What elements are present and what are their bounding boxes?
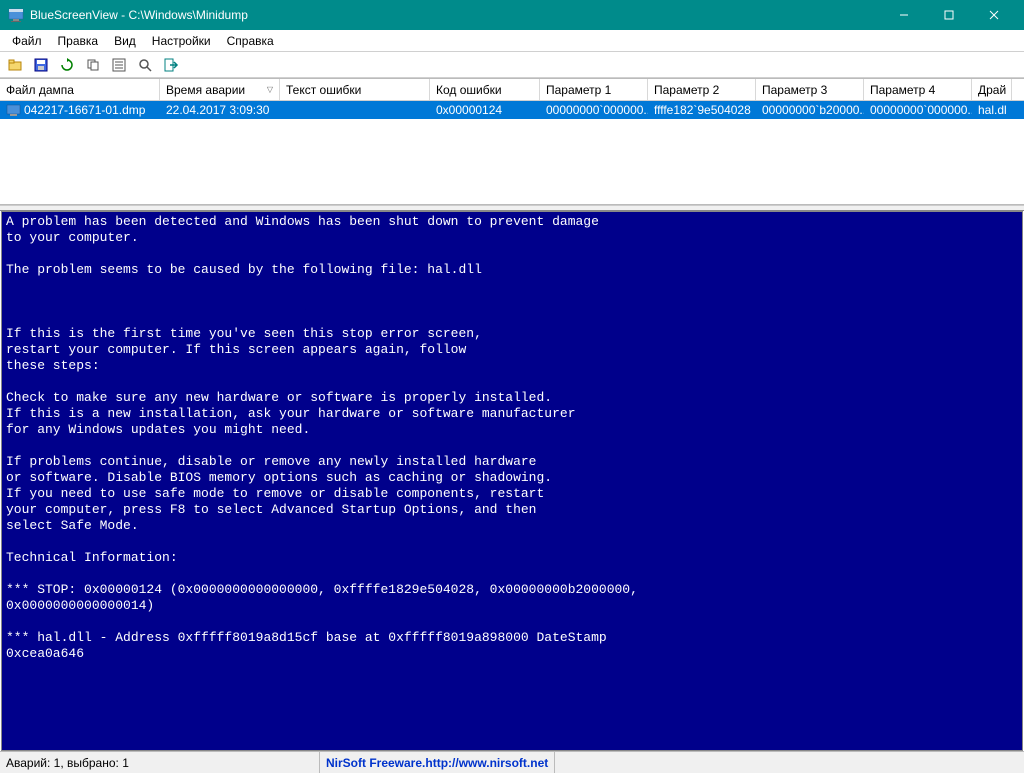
- menu-settings[interactable]: Настройки: [144, 32, 219, 50]
- col-error-code[interactable]: Код ошибки: [430, 79, 540, 100]
- table-header: Файл дампа Время аварии ▽ Текст ошибки Ко…: [0, 79, 1024, 101]
- cell-driver: hal.dl: [972, 102, 1012, 118]
- col-error-text[interactable]: Текст ошибки: [280, 79, 430, 100]
- col-label: Драй: [978, 83, 1006, 97]
- col-label: Код ошибки: [436, 83, 502, 97]
- brand-url[interactable]: http://www.nirsoft.net: [425, 756, 548, 770]
- menu-file[interactable]: Файл: [4, 32, 50, 50]
- cell-error-code: 0x00000124: [430, 102, 540, 118]
- menu-help[interactable]: Справка: [219, 32, 282, 50]
- cell-param4: 00000000`000000...: [864, 102, 972, 118]
- find-icon[interactable]: [134, 54, 156, 76]
- close-button[interactable]: [971, 0, 1016, 30]
- col-param4[interactable]: Параметр 4: [864, 79, 972, 100]
- properties-icon[interactable]: [108, 54, 130, 76]
- cell-param2: ffffe182`9e504028: [648, 102, 756, 118]
- save-icon[interactable]: [30, 54, 52, 76]
- titlebar: BlueScreenView - C:\Windows\Minidump: [0, 0, 1024, 30]
- cell-param3: 00000000`b20000...: [756, 102, 864, 118]
- refresh-icon[interactable]: [56, 54, 78, 76]
- menu-view[interactable]: Вид: [106, 32, 144, 50]
- window-title: BlueScreenView - C:\Windows\Minidump: [30, 8, 881, 22]
- col-param3[interactable]: Параметр 3: [756, 79, 864, 100]
- col-label: Параметр 2: [654, 83, 719, 97]
- status-brand: NirSoft Freeware. http://www.nirsoft.net: [320, 752, 555, 773]
- maximize-button[interactable]: [926, 0, 971, 30]
- col-dump-file[interactable]: Файл дампа: [0, 79, 160, 100]
- table-row[interactable]: 042217-16671-01.dmp 22.04.2017 3:09:30 0…: [0, 101, 1024, 119]
- sort-desc-icon: ▽: [267, 85, 273, 94]
- status-left: Аварий: 1, выбрано: 1: [0, 752, 320, 773]
- bsod-preview-pane[interactable]: A problem has been detected and Windows …: [1, 211, 1023, 751]
- cell-dump-file: 042217-16671-01.dmp: [24, 103, 145, 117]
- col-label: Параметр 4: [870, 83, 935, 97]
- dump-list-pane[interactable]: Файл дампа Время аварии ▽ Текст ошибки Ко…: [0, 79, 1024, 205]
- cell-param1: 00000000`000000...: [540, 102, 648, 118]
- copy-icon[interactable]: [82, 54, 104, 76]
- toolbar: [0, 52, 1024, 78]
- cell-error-text: [280, 109, 430, 111]
- brand-text: NirSoft Freeware.: [326, 756, 425, 770]
- minimize-button[interactable]: [881, 0, 926, 30]
- col-label: Параметр 1: [546, 83, 611, 97]
- dump-file-icon: [6, 103, 22, 117]
- col-param2[interactable]: Параметр 2: [648, 79, 756, 100]
- cell-crash-time: 22.04.2017 3:09:30: [160, 102, 280, 118]
- col-crash-time[interactable]: Время аварии ▽: [160, 79, 280, 100]
- col-param1[interactable]: Параметр 1: [540, 79, 648, 100]
- open-icon[interactable]: [4, 54, 26, 76]
- col-label: Текст ошибки: [286, 83, 361, 97]
- statusbar: Аварий: 1, выбрано: 1 NirSoft Freeware. …: [0, 751, 1024, 773]
- col-label: Время аварии: [166, 83, 245, 97]
- app-icon: [8, 7, 24, 23]
- menu-edit[interactable]: Правка: [50, 32, 107, 50]
- menubar: Файл Правка Вид Настройки Справка: [0, 30, 1024, 52]
- exit-icon[interactable]: [160, 54, 182, 76]
- col-label: Файл дампа: [6, 83, 74, 97]
- col-label: Параметр 3: [762, 83, 827, 97]
- col-driver[interactable]: Драй: [972, 79, 1012, 100]
